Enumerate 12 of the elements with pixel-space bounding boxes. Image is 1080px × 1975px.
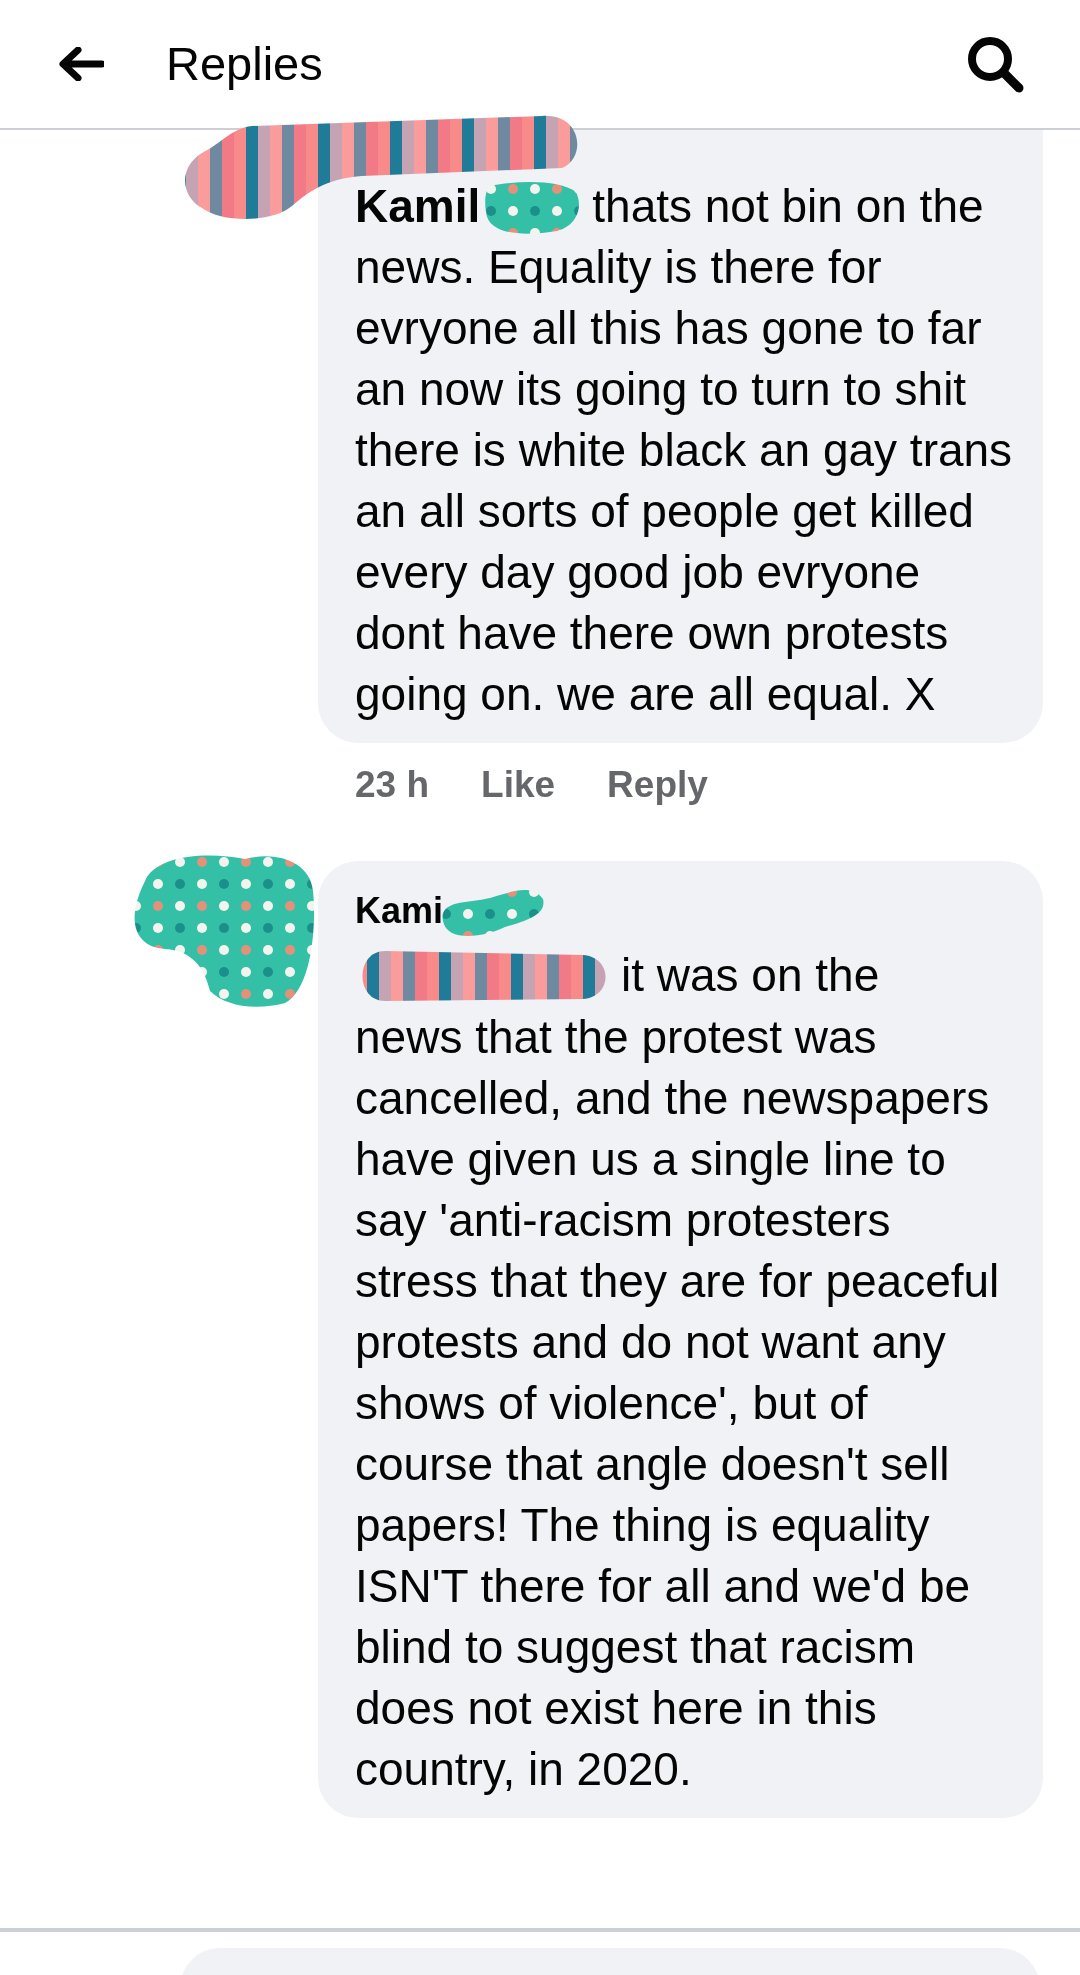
comment-time: 23 h: [355, 763, 430, 807]
comment-text: news that the protest was cancelled, and the newspapers have given us a single line to say 'anti-racism protesters stress that they are for peaceful protests and do not want any shows of violence', but of course that angle doesn't sell papers! The thing is equality ISN'T there for all and we'd be blind to suggest that racism does not exist here in this country, in 2020.: [355, 1009, 1001, 1797]
action-link[interactable]: Like: [481, 757, 556, 813]
comment-text: news. Equality is there for evryone all this has gone to far an now its going to turn to shit there is white black an gay trans an all sorts of people get killed every day good job evryone dont have there own protests going on. we are all equal. X: [355, 240, 1013, 722]
author-name[interactable]: Kami: [355, 884, 444, 937]
mention-link[interactable]: Kamil: [355, 176, 481, 237]
comment-text: thats not bin on the: [592, 179, 984, 234]
search-icon[interactable]: [965, 34, 1025, 94]
comment-text: it was on the: [621, 948, 880, 1003]
action-link[interactable]: Reply: [607, 757, 708, 813]
page-title: Replies: [166, 35, 323, 92]
back-icon[interactable]: [58, 47, 104, 81]
